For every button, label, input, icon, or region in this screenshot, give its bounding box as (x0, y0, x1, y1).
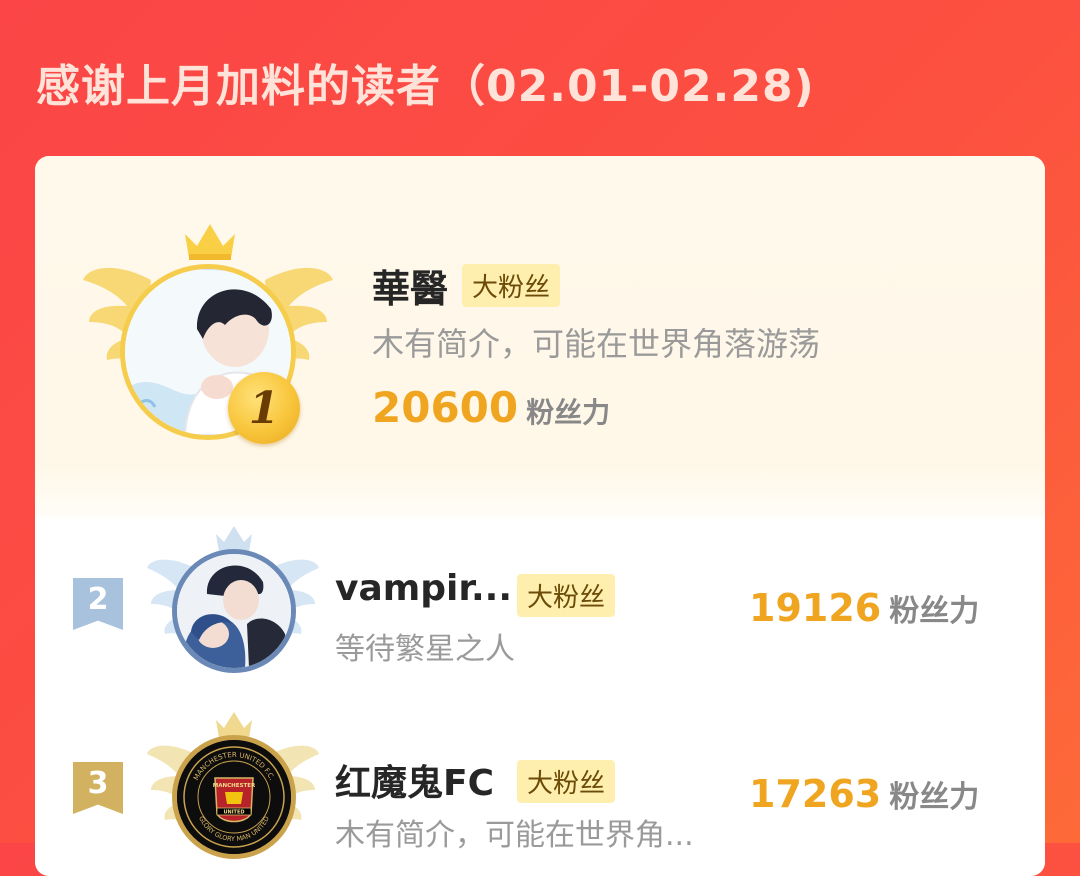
fan-bio: 木有简介，可能在世界角落游荡 (372, 325, 821, 363)
fan-level-badge: 大粉丝 (517, 574, 616, 617)
score-unit: 粉丝力 (889, 780, 980, 815)
fan-bio: 等待繁星之人 (335, 632, 515, 667)
top-fan-panel[interactable]: 1 華醫 大粉丝 木有简介，可能在世界角落游荡 20600 粉丝力 (35, 156, 1045, 518)
fan-name[interactable]: 華醫 (372, 258, 448, 313)
bronze-avatar-frame: MANCHESTER UNITED F.C. GLORY GLORY MAN U… (147, 710, 319, 870)
fan-list: 2 vampir... 大粉丝 等待繁星之人 19126 粉丝力 3 MANCH… (35, 518, 1045, 876)
crown-icon (185, 224, 235, 260)
rank-medal: 1 (228, 372, 300, 444)
crest-band-text: UNITED (223, 810, 244, 816)
gold-avatar-frame: 1 (83, 220, 333, 450)
avatar[interactable] (172, 549, 296, 673)
football-club-crest-icon: MANCHESTER UNITED F.C. GLORY GLORY MAN U… (177, 740, 291, 854)
fan-level-badge: 大粉丝 (462, 264, 561, 307)
fan-name[interactable]: 红魔鬼FC (335, 754, 494, 806)
crest-center-text: MANCHESTER (213, 783, 256, 789)
fan-level-badge: 大粉丝 (517, 760, 616, 803)
score-value: 20600 (372, 383, 519, 432)
score-value: 19126 (749, 586, 882, 630)
rank-ribbon-icon: 2 (73, 578, 123, 630)
fan-score: 17263 粉丝力 (749, 772, 979, 816)
score-value: 17263 (749, 772, 882, 816)
fan-bio: 木有简介，可能在世界角... (335, 818, 694, 853)
page-title: 感谢上月加料的读者（02.01-02.28) (36, 61, 815, 112)
score-unit: 粉丝力 (889, 594, 980, 629)
fan-score: 20600 粉丝力 (372, 383, 610, 432)
ranking-card: 1 華醫 大粉丝 木有简介，可能在世界角落游荡 20600 粉丝力 2 vamp… (35, 156, 1045, 876)
fan-score: 19126 粉丝力 (749, 586, 979, 630)
silver-avatar-frame (147, 524, 319, 684)
fan-name[interactable]: vampir... (335, 568, 512, 609)
score-unit: 粉丝力 (526, 396, 611, 429)
avatar[interactable]: MANCHESTER UNITED F.C. GLORY GLORY MAN U… (172, 735, 296, 859)
anime-couple-avatar-image (177, 554, 291, 668)
rank-ribbon-icon: 3 (73, 762, 123, 814)
